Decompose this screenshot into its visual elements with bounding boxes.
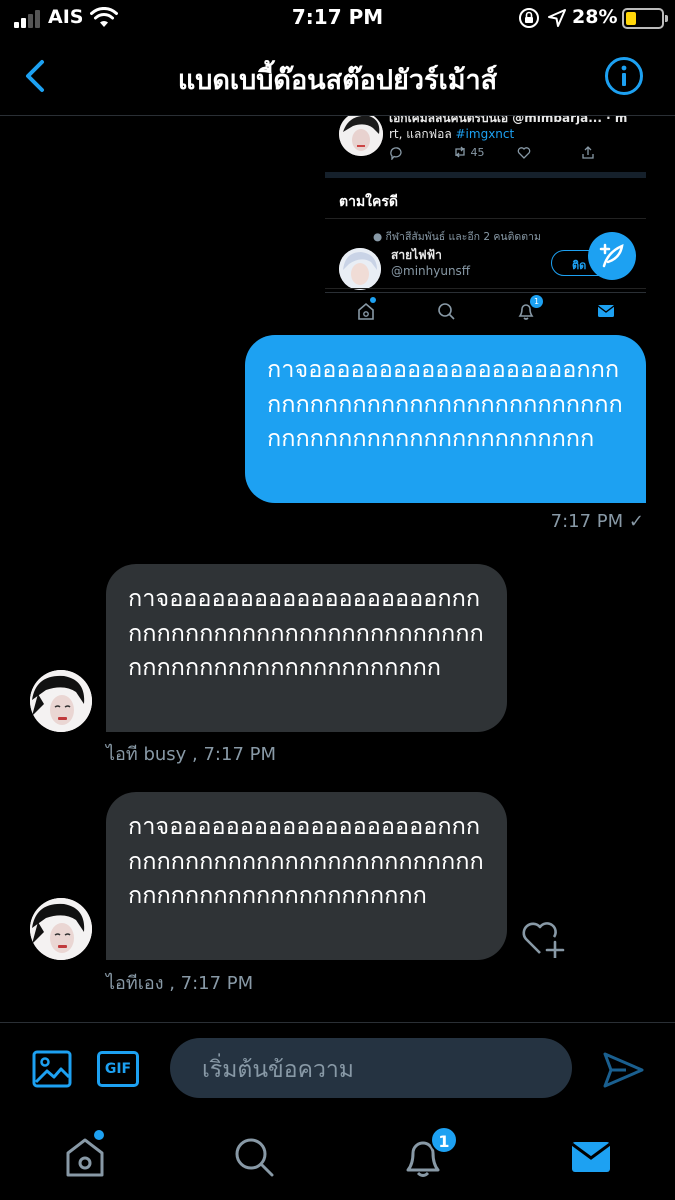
share-icon xyxy=(582,146,594,159)
shot-compose-fab xyxy=(588,232,636,280)
shot-suggestion-handle: @minhyunsff xyxy=(391,264,471,278)
home-new-dot xyxy=(94,1130,104,1140)
incoming-message-meta: ไอทีเอง , 7:17 PM xyxy=(106,973,254,994)
incoming-message-bubble[interactable]: กาจอออออออออออออออออออกกกกกกกกกกกกกกกกกก… xyxy=(106,564,507,732)
battery-level-fill xyxy=(626,12,636,25)
shot-rule xyxy=(325,218,646,219)
messages-envelope-icon[interactable] xyxy=(569,1135,613,1179)
media-image-icon[interactable] xyxy=(32,1050,72,1088)
shot-home-icon xyxy=(358,302,374,320)
shot-suggestion-context-text: กีฬาสีสัมพันธ์ และอีก 2 คนติดตาม xyxy=(385,231,541,243)
shot-tweet-text: rt, แลกฟอล xyxy=(389,127,456,141)
shot-home-dot xyxy=(370,297,376,303)
notifications-badge: 1 xyxy=(430,1126,458,1154)
add-reaction-heart-icon[interactable] xyxy=(520,918,566,958)
like-icon xyxy=(517,147,531,159)
shot-who-to-follow-heading: ตามใครดี xyxy=(339,194,398,210)
compose-feather-icon xyxy=(599,243,624,268)
shot-notifications-badge: 1 xyxy=(530,295,543,308)
outgoing-message-meta: 7:17 PM ✓ xyxy=(550,511,644,532)
location-arrow-icon xyxy=(548,9,566,27)
battery-percent: 28% xyxy=(572,6,618,28)
shot-tweet-hashtag: #imgxnct xyxy=(455,127,515,141)
gif-button[interactable]: GIF xyxy=(97,1051,139,1087)
conversation-title[interactable]: แบดเบบี้ด๊อนสต๊อปยัวร์เม้าส์ xyxy=(60,58,615,101)
shot-rule xyxy=(325,288,646,289)
reply-icon xyxy=(390,147,402,160)
incoming-message-meta: ไอที busy , 7:17 PM xyxy=(106,744,277,765)
bottom-tab-bar: 1 xyxy=(0,1117,675,1200)
shot-tweet-body: rt, แลกฟอล #imgxnct xyxy=(389,125,514,144)
sender-avatar[interactable] xyxy=(30,898,92,960)
shot-messages-icon xyxy=(597,305,615,317)
battery-icon xyxy=(622,8,668,29)
back-chevron-icon[interactable] xyxy=(18,56,52,96)
incoming-message-bubble[interactable]: กาจอออออออออออออออออออกกกกกกกกกกกกกกกกกก… xyxy=(106,792,507,960)
retweet-count-label: 45 xyxy=(470,146,485,159)
shared-screenshot-image[interactable]: เอกเคมัลลันคนิตรบันเอ @mimbarja... · m r… xyxy=(325,116,646,328)
send-icon[interactable] xyxy=(602,1051,644,1089)
shot-suggestion-avatar xyxy=(339,248,381,290)
search-icon[interactable] xyxy=(232,1135,276,1179)
orientation-lock-icon xyxy=(519,8,539,28)
message-input[interactable]: เริ่มต้นข้อความ xyxy=(170,1038,572,1098)
shot-divider xyxy=(325,172,646,178)
status-bar: AIS 7:17 PM 28% xyxy=(0,0,675,38)
person-icon: ● xyxy=(373,231,383,243)
retweet-icon xyxy=(455,146,465,158)
conversation-header: แบดเบบี้ด๊อนสต๊อปยัวร์เม้าส์ xyxy=(0,38,675,116)
shot-tweet-actions: 45 xyxy=(387,146,637,162)
sender-avatar[interactable] xyxy=(30,670,92,732)
home-icon[interactable] xyxy=(63,1135,107,1179)
info-icon[interactable] xyxy=(604,56,644,96)
shot-suggestion-name: สายไฟฟ้า xyxy=(391,248,442,262)
outgoing-message-bubble[interactable]: กาจอออออออออออออออออออกกกกกกกกกกกกกกกกกก… xyxy=(245,335,646,503)
shot-tweet-avatar xyxy=(339,116,383,156)
message-input-placeholder: เริ่มต้นข้อความ xyxy=(202,1057,354,1083)
shot-search-icon xyxy=(438,303,455,320)
compose-bar: GIF เริ่มต้นข้อความ xyxy=(0,1022,675,1117)
shot-tab-bar: 1 xyxy=(325,292,646,328)
shot-suggestion-context: ● กีฬาสีสัมพันธ์ และอีก 2 คนติดตาม xyxy=(373,228,541,245)
shot-tweet: เอกเคมัลลันคนิตรบันเอ @mimbarja... · m r… xyxy=(325,116,646,168)
retweet-count: 45 xyxy=(453,146,485,159)
